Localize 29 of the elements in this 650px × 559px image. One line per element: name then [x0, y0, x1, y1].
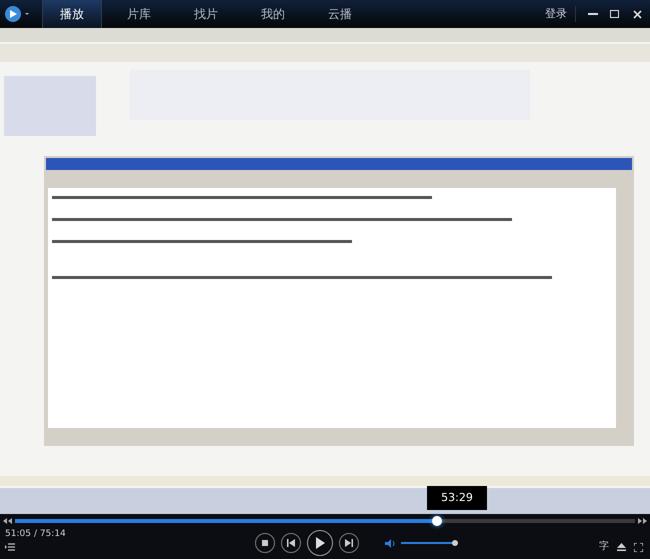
- nav-tab[interactable]: 云播: [310, 0, 370, 28]
- volume-handle[interactable]: [452, 540, 458, 546]
- close-icon[interactable]: [633, 10, 642, 18]
- seek-handle[interactable]: [432, 516, 442, 526]
- previous-button[interactable]: [281, 533, 301, 553]
- play-icon: [315, 537, 325, 549]
- logo-icon[interactable]: [4, 5, 30, 23]
- time-tooltip: 53:29: [427, 486, 487, 510]
- playlist-icon[interactable]: [5, 543, 15, 551]
- next-button[interactable]: [339, 533, 359, 553]
- next-icon: [345, 539, 353, 547]
- subtitle-button[interactable]: 字: [599, 542, 609, 552]
- nav-tab[interactable]: 我的: [243, 0, 303, 28]
- previous-icon: [287, 539, 295, 547]
- fast-forward-icon[interactable]: [638, 518, 647, 524]
- eject-icon[interactable]: [617, 543, 626, 551]
- maximize-icon[interactable]: [610, 10, 619, 18]
- play-button[interactable]: [307, 530, 333, 556]
- nav-tab[interactable]: 播放: [42, 0, 102, 28]
- rewind-icon[interactable]: [3, 518, 12, 524]
- total-time: / 75:14: [34, 528, 66, 540]
- elapsed-time: 51:05: [5, 528, 31, 540]
- fullscreen-icon[interactable]: [634, 542, 643, 552]
- nav-tab[interactable]: 片库: [109, 0, 169, 28]
- nav-tab[interactable]: 找片: [176, 0, 236, 28]
- stop-icon: [262, 540, 268, 546]
- volume-icon[interactable]: [385, 538, 395, 548]
- login-link[interactable]: 登录: [545, 6, 576, 22]
- stop-button[interactable]: [255, 533, 275, 553]
